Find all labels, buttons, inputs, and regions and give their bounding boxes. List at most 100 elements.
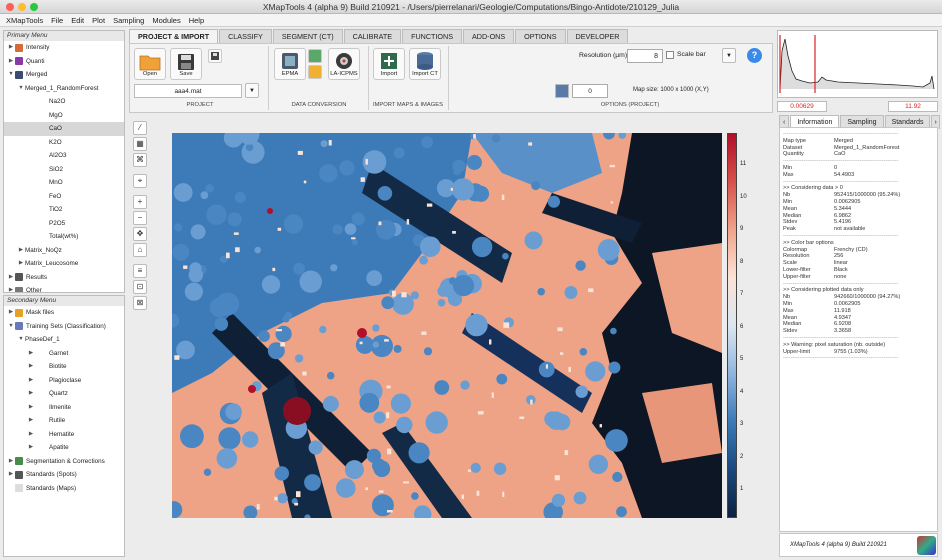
tree-item[interactable]: FeO xyxy=(4,190,124,204)
save-button[interactable]: Save xyxy=(170,48,202,80)
tree-item[interactable]: MnO xyxy=(4,176,124,190)
tree-item[interactable]: ▶ Quartz xyxy=(4,387,124,401)
tree-arrow-icon[interactable]: ▶ xyxy=(27,441,35,455)
tree-item[interactable]: ▶ Plagioclase xyxy=(4,374,124,388)
open-button[interactable]: Open xyxy=(134,48,166,80)
import-button[interactable]: Import xyxy=(373,48,405,80)
tree-item[interactable]: ▶ Apatite xyxy=(4,441,124,455)
grid-tool-icon[interactable]: ▦ xyxy=(133,137,147,151)
layers-icon[interactable]: ≡ xyxy=(133,264,147,278)
tab-project-import[interactable]: PROJECT & IMPORT xyxy=(129,29,219,43)
tree-item[interactable]: ▶ Matrix_Leucosome xyxy=(4,257,124,271)
tree-arrow-icon[interactable]: ▶ xyxy=(27,374,35,388)
pan-tool-icon[interactable]: ✥ xyxy=(133,227,147,241)
tree-arrow-icon[interactable]: ▶ xyxy=(7,271,15,285)
close-window-button[interactable] xyxy=(6,3,14,11)
tree-arrow-icon[interactable]: ▼ xyxy=(17,333,25,347)
home-icon[interactable]: ⌂ xyxy=(133,243,147,257)
tree-arrow-icon[interactable]: ▶ xyxy=(27,360,35,374)
tree-item[interactable]: ▼ Merged xyxy=(4,68,124,82)
project-file-field[interactable]: aaa4.mat xyxy=(134,84,242,98)
tree-arrow-icon[interactable]: ▶ xyxy=(7,41,15,55)
tree-item[interactable]: ▶ Mask files xyxy=(4,306,124,320)
tree-arrow-icon[interactable]: ▼ xyxy=(7,320,15,334)
zoom-out-icon[interactable]: − xyxy=(133,211,147,225)
export-image-icon[interactable]: ⊡ xyxy=(133,280,147,294)
tree-item[interactable]: ▶ Other xyxy=(4,284,124,292)
la-icpms-button[interactable]: LA-ICPMS xyxy=(328,48,360,80)
tree-arrow-icon[interactable]: ▶ xyxy=(7,55,15,69)
minimize-window-button[interactable] xyxy=(18,3,26,11)
conversion-folder-button[interactable] xyxy=(308,65,322,79)
save-as-button[interactable] xyxy=(208,49,222,63)
tree-item[interactable]: ▶ Segmentation & Corrections xyxy=(4,455,124,469)
tree-arrow-icon[interactable]: ▶ xyxy=(27,414,35,428)
tree-item[interactable]: ▶ Garnet xyxy=(4,347,124,361)
tree-arrow-icon[interactable]: ▶ xyxy=(27,387,35,401)
zoom-in-icon[interactable]: + xyxy=(133,195,147,209)
tab-calibrate[interactable]: CALIBRATE xyxy=(343,29,402,43)
tree-item[interactable]: K2O xyxy=(4,136,124,150)
help-icon[interactable]: ? xyxy=(747,48,762,63)
tree-item[interactable]: TiO2 xyxy=(4,203,124,217)
tree-item[interactable]: Standards (Maps) xyxy=(4,482,124,496)
tree-arrow-icon[interactable]: ▶ xyxy=(27,401,35,415)
menu-modules[interactable]: Modules xyxy=(152,14,180,26)
pick-tool-icon[interactable]: ⁄ xyxy=(133,121,147,135)
tree-item[interactable]: SiO2 xyxy=(4,163,124,177)
pin-tool-icon[interactable]: ⌖ xyxy=(133,174,147,188)
reset-icon[interactable]: ⊠ xyxy=(133,296,147,310)
tree-item[interactable]: MgO xyxy=(4,109,124,123)
tree-item[interactable]: ▶ Standards (Spots) xyxy=(4,468,124,482)
tree-item[interactable]: P2O5 xyxy=(4,217,124,231)
tree-item[interactable]: ▶ Results xyxy=(4,271,124,285)
epma-button[interactable]: EPMA xyxy=(274,48,306,80)
histogram-max-field[interactable]: 11.92 xyxy=(888,101,938,112)
tree-item[interactable]: ▶ Rutile xyxy=(4,414,124,428)
resolution-input[interactable]: 8 xyxy=(627,49,663,63)
conversion-tool-button[interactable] xyxy=(308,49,322,63)
tree-arrow-icon[interactable]: ▶ xyxy=(27,428,35,442)
menu-file[interactable]: File xyxy=(51,14,63,26)
tree-arrow-icon[interactable]: ▶ xyxy=(27,347,35,361)
tree-arrow-icon[interactable]: ▶ xyxy=(7,468,15,482)
options-dropdown-button[interactable]: ▼ xyxy=(722,48,736,63)
tree-item[interactable]: Total(wt%) xyxy=(4,230,124,244)
command-tool-icon[interactable]: ⌘ xyxy=(133,153,147,167)
tree-item[interactable]: ▶ Biotite xyxy=(4,360,124,374)
tree-arrow-icon[interactable]: ▼ xyxy=(7,68,15,82)
cao-map-image[interactable] xyxy=(172,133,722,518)
zoom-window-button[interactable] xyxy=(30,3,38,11)
tree-item[interactable]: ▼ PhaseDef_1 xyxy=(4,333,124,347)
menu-help[interactable]: Help xyxy=(189,14,204,26)
tree-item[interactable]: Na2O xyxy=(4,95,124,109)
tree-arrow-icon[interactable]: ▶ xyxy=(17,244,25,258)
tree-item[interactable]: ▼ Merged_1_RandomForest xyxy=(4,82,124,96)
tab-options[interactable]: OPTIONS xyxy=(515,29,566,43)
tree-item[interactable]: ▼ Training Sets (Classification) xyxy=(4,320,124,334)
tab-functions[interactable]: FUNCTIONS xyxy=(402,29,462,43)
counter-field[interactable]: 0 xyxy=(572,84,608,98)
tree-arrow-icon[interactable]: ▼ xyxy=(17,82,25,96)
menu-edit[interactable]: Edit xyxy=(71,14,84,26)
tab-segment-ct[interactable]: SEGMENT (CT) xyxy=(272,29,343,43)
tree-arrow-icon[interactable]: ▶ xyxy=(17,257,25,271)
menu-sampling[interactable]: Sampling xyxy=(113,14,144,26)
menu-xmaptools[interactable]: XMapTools xyxy=(6,14,43,26)
counter-icon[interactable] xyxy=(555,84,569,98)
tree-arrow-icon[interactable]: ▶ xyxy=(7,284,15,292)
import-ct-button[interactable]: Import CT xyxy=(409,48,441,80)
histogram-min-field[interactable]: 0.00629 xyxy=(777,101,827,112)
scale-bar-checkbox[interactable] xyxy=(666,51,674,59)
tree-item[interactable]: ▶ Ilmenite xyxy=(4,401,124,415)
tree-item[interactable]: ▶ Matrix_NoQz xyxy=(4,244,124,258)
tree-item[interactable]: ▶ Hematite xyxy=(4,428,124,442)
tab-classify[interactable]: CLASSIFY xyxy=(219,29,272,43)
menu-plot[interactable]: Plot xyxy=(92,14,105,26)
tree-item[interactable]: ▶ Quanti xyxy=(4,55,124,69)
tab-developer[interactable]: DEVELOPER xyxy=(566,29,629,43)
tree-item[interactable]: Al2O3 xyxy=(4,149,124,163)
tree-item[interactable]: CaO xyxy=(4,122,124,136)
tab-add-ons[interactable]: ADD-ONS xyxy=(463,29,515,43)
project-dropdown-button[interactable]: ▼ xyxy=(245,83,259,98)
